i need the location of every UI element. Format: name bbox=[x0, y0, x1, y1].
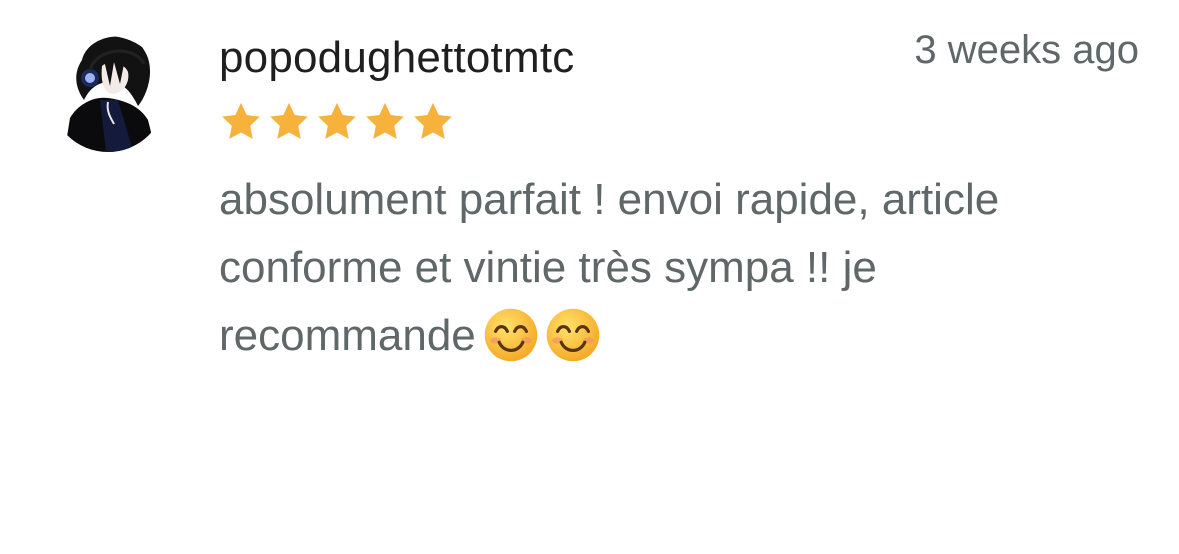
review-timestamp: 3 weeks ago bbox=[914, 28, 1139, 72]
emoji-group bbox=[482, 306, 602, 364]
star-icon bbox=[222, 102, 260, 139]
username[interactable]: popodughettotmtc bbox=[219, 30, 574, 86]
star-rating bbox=[219, 100, 455, 148]
star-icon bbox=[366, 102, 404, 139]
review-comment: absolument parfait ! envoi rapide, artic… bbox=[219, 166, 1139, 370]
star-icon bbox=[414, 102, 452, 139]
star-icon bbox=[318, 102, 356, 139]
review-card: popodughettotmtc 3 weeks ago absolument … bbox=[0, 0, 1179, 554]
star-icon bbox=[270, 102, 308, 139]
smiling-face-emoji-icon bbox=[484, 308, 538, 362]
smiling-face-emoji-icon bbox=[546, 308, 600, 362]
user-avatar-icon[interactable] bbox=[48, 20, 168, 168]
review-comment-text: absolument parfait ! envoi rapide, artic… bbox=[219, 175, 1000, 360]
